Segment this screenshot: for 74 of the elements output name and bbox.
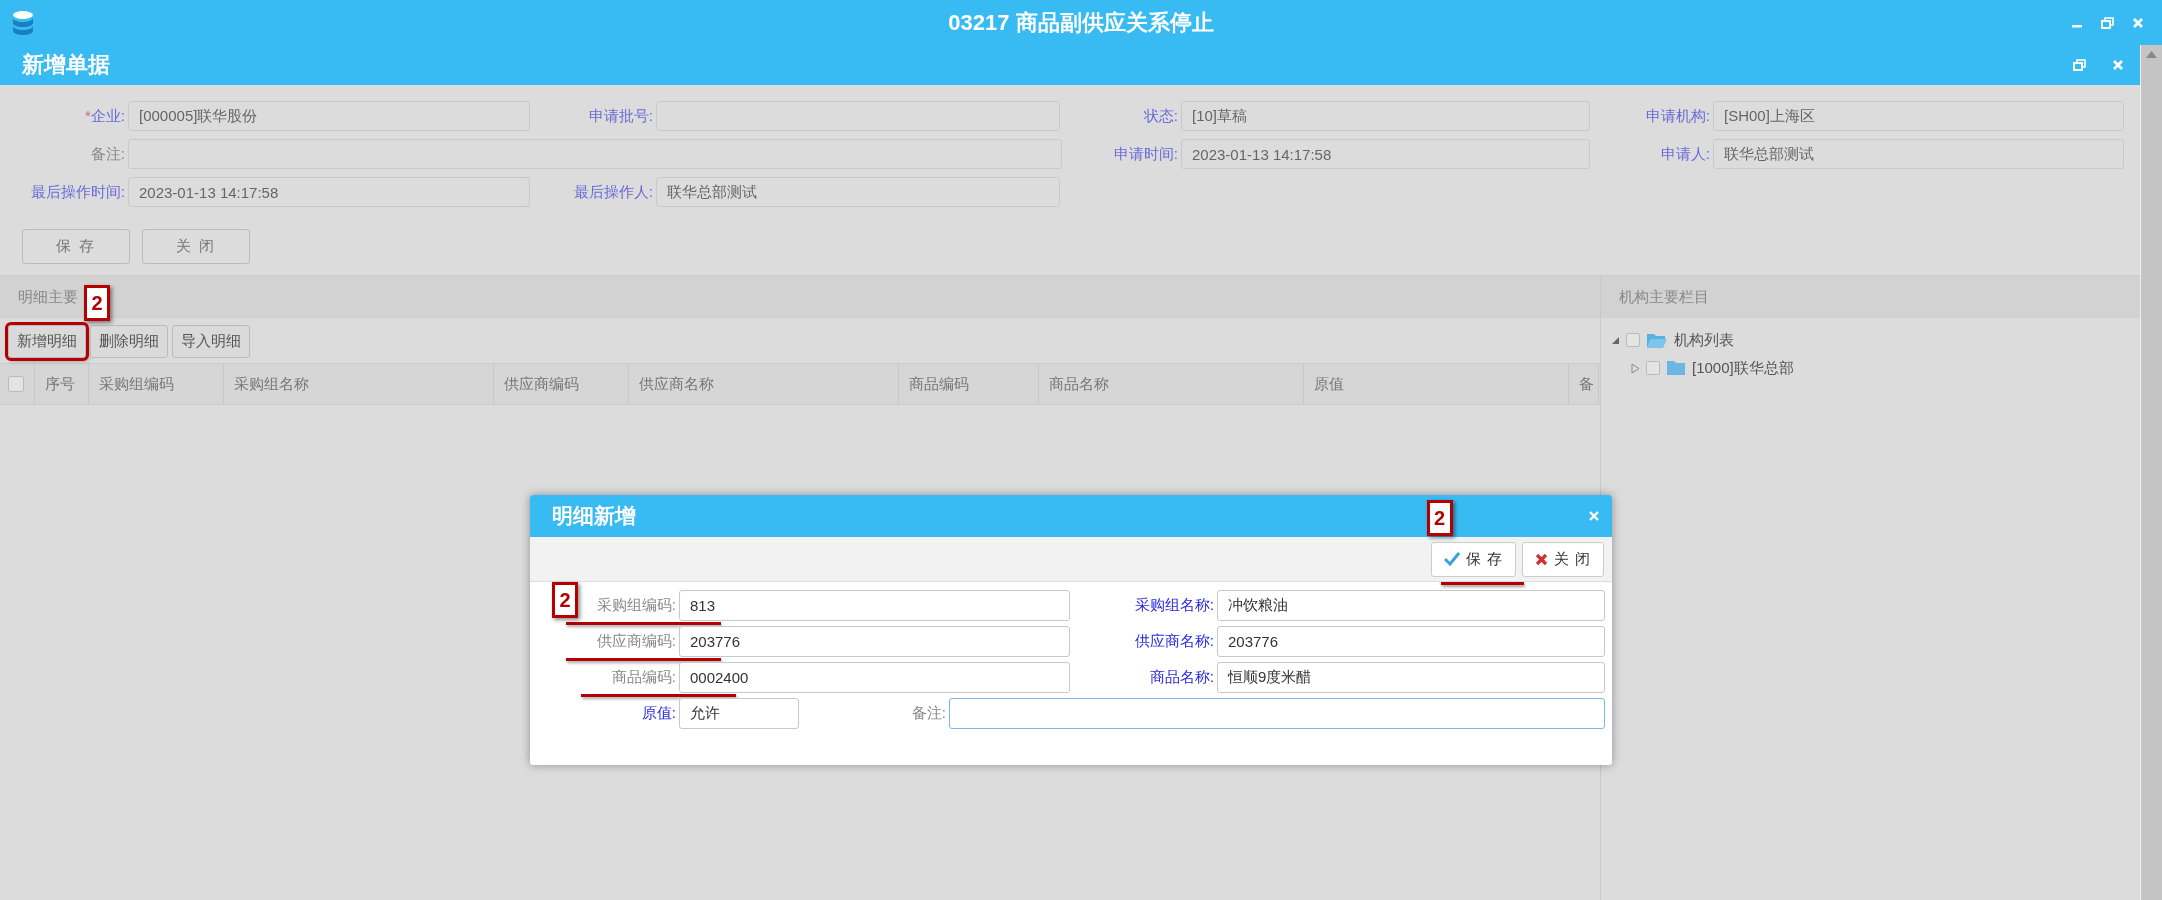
input-field[interactable]: 2023-01-13 14:17:58 xyxy=(1181,139,1590,169)
field-label: *企业: xyxy=(85,106,125,126)
collapsed-icon[interactable] xyxy=(1631,362,1640,374)
field-label: 采购组名称: xyxy=(1134,596,1214,615)
column-header[interactable]: 商品编码 xyxy=(899,364,1039,404)
restore-icon[interactable] xyxy=(2101,16,2114,29)
close-icon[interactable] xyxy=(1588,510,1600,522)
field-label: 申请人: xyxy=(1660,144,1710,164)
field-label: 供应商名称: xyxy=(1134,632,1214,651)
column-header[interactable]: 采购组编码 xyxy=(89,364,224,404)
callout-badge: 2 xyxy=(552,582,578,618)
column-header[interactable]: 供应商名称 xyxy=(629,364,899,404)
field-label: 备注: xyxy=(911,704,946,723)
close-icon[interactable] xyxy=(2112,59,2124,71)
window-title: 03217 商品副供应关系停止 xyxy=(948,8,1214,37)
input-field[interactable]: 2023-01-13 14:17:58 xyxy=(128,177,530,207)
toolbar-button[interactable]: 删除明细 xyxy=(90,324,168,358)
input-field[interactable]: 203776 xyxy=(679,626,1070,657)
close-icon[interactable] xyxy=(2132,16,2144,29)
tree-item[interactable]: [1000]联华总部 xyxy=(1692,358,1794,378)
close-button[interactable]: 关 闭 xyxy=(142,229,250,264)
input-field[interactable]: 联华总部测试 xyxy=(1713,139,2124,169)
save-button[interactable]: 保 存 xyxy=(1430,541,1516,577)
folder-icon xyxy=(1646,331,1668,349)
input-field[interactable]: 联华总部测试 xyxy=(656,177,1060,207)
document-title: 新增单据 xyxy=(22,51,110,79)
input-field[interactable]: 冲饮粮油 xyxy=(1217,590,1605,621)
close-button[interactable]: 关 闭 xyxy=(1521,541,1604,577)
panel-title: 机构主要栏目 xyxy=(1619,287,1709,307)
folder-icon xyxy=(1666,360,1686,376)
input-field[interactable]: [10]草稿 xyxy=(1181,101,1590,131)
panel-title: 明细主要 xyxy=(18,287,78,307)
column-header[interactable]: 备 xyxy=(1569,364,1599,404)
field-label: 供应商编码: xyxy=(596,632,676,651)
column-header[interactable]: 商品名称 xyxy=(1039,364,1304,404)
input-field[interactable]: 允许 xyxy=(679,698,799,729)
close-icon xyxy=(1534,552,1548,566)
save-button[interactable]: 保 存 xyxy=(22,229,130,264)
toolbar-button[interactable]: 新增明细 xyxy=(8,324,86,358)
toolbar-button[interactable]: 导入明细 xyxy=(172,324,250,358)
input-field[interactable]: 813 xyxy=(679,590,1070,621)
column-header[interactable]: 供应商编码 xyxy=(494,364,629,404)
field-label: 采购组编码: xyxy=(596,596,676,615)
database-icon xyxy=(12,9,34,36)
field-label: 最后操作人: xyxy=(573,182,653,202)
input-field[interactable]: 203776 xyxy=(1217,626,1605,657)
input-field[interactable]: [SH00]上海区 xyxy=(1713,101,2124,131)
restore-icon[interactable] xyxy=(2073,59,2086,71)
dialog-title: 明细新增 xyxy=(552,503,636,529)
scrollbar[interactable] xyxy=(2140,45,2162,900)
input-field[interactable]: [000005]联华股份 xyxy=(128,101,530,131)
input-field[interactable] xyxy=(949,698,1605,729)
input-field[interactable]: 恒顺9度米醋 xyxy=(1217,662,1605,693)
checkbox[interactable] xyxy=(1646,361,1660,375)
checkbox[interactable] xyxy=(1626,333,1640,347)
input-field[interactable]: 0002400 xyxy=(679,662,1070,693)
field-label: 最后操作时间: xyxy=(30,182,125,202)
column-header[interactable]: 采购组名称 xyxy=(224,364,494,404)
check-icon xyxy=(1443,552,1460,566)
field-label: 申请机构: xyxy=(1645,106,1710,126)
callout-badge: 2 xyxy=(84,284,110,321)
checkbox[interactable] xyxy=(8,376,24,392)
field-label: 商品编码: xyxy=(611,668,676,687)
field-label: 状态: xyxy=(1143,106,1178,126)
expanded-icon[interactable] xyxy=(1611,335,1620,345)
field-label: 商品名称: xyxy=(1149,668,1214,687)
field-label: 原值: xyxy=(641,704,676,723)
tree-item[interactable]: 机构列表 xyxy=(1674,330,1734,350)
scroll-up-icon[interactable] xyxy=(2146,51,2157,58)
column-header[interactable]: 序号 xyxy=(35,364,89,404)
field-label: 申请批号: xyxy=(588,106,653,126)
column-header[interactable]: 原值 xyxy=(1304,364,1569,404)
field-label: 备注: xyxy=(90,144,125,164)
field-label: 申请时间: xyxy=(1113,144,1178,164)
